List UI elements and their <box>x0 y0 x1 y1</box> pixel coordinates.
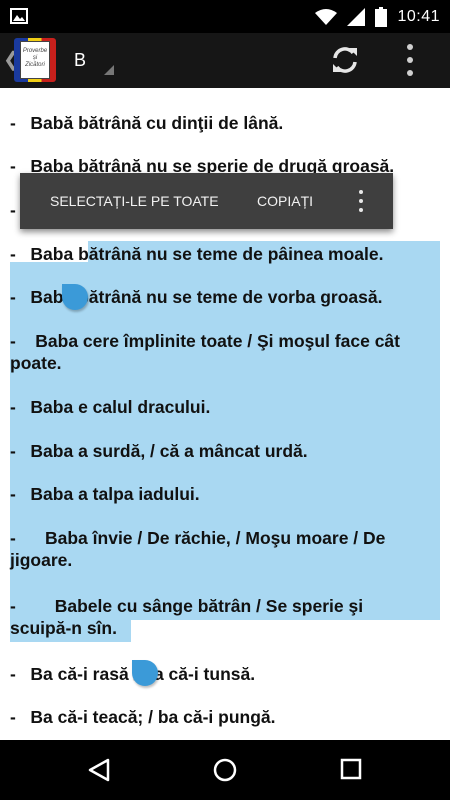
list-item[interactable]: - <box>10 199 16 221</box>
list-item[interactable]: poate. <box>10 352 62 374</box>
list-item[interactable]: jigoare. <box>10 549 72 571</box>
text-selection-menu: SELECTAȚI-LE PE TOATE COPIAȚI <box>20 173 393 229</box>
list-item[interactable]: - Ba că-i teacă; / ba că-i pungă. <box>10 706 276 728</box>
selection-end-handle[interactable] <box>132 660 158 686</box>
action-bar: ❮ Proverbe și Zicători B <box>0 33 450 88</box>
status-bar: 10:41 <box>0 0 450 33</box>
recents-square-icon[interactable] <box>340 758 362 780</box>
logo-book: Proverbe și Zicători <box>20 41 50 79</box>
list-item[interactable]: scuipă-n sîn. <box>10 617 117 639</box>
home-circle-icon[interactable] <box>213 758 237 782</box>
list-item[interactable]: - Baba cere împlinite toate / Şi moşul f… <box>10 330 400 352</box>
page-title[interactable]: B <box>74 50 86 71</box>
copy-button[interactable]: COPIAȚI <box>257 193 313 209</box>
list-item[interactable]: - Baba a surdă, / că a mâncat urdă. <box>10 440 308 462</box>
back-triangle-icon[interactable] <box>88 758 110 782</box>
clock: 10:41 <box>397 7 440 25</box>
refresh-icon[interactable] <box>330 45 360 75</box>
overflow-menu-icon[interactable] <box>405 44 415 76</box>
overflow-menu-icon[interactable] <box>358 190 364 212</box>
list-item[interactable]: - Baba e calul dracului. <box>10 396 210 418</box>
list-item[interactable]: - Baba învie / De răchie, / Moşu moare /… <box>10 527 385 549</box>
selection-start-handle[interactable] <box>62 284 88 310</box>
battery-icon <box>375 6 388 27</box>
spinner-indicator <box>104 65 114 75</box>
list-item[interactable]: - Babă bătrână cu dinţii de lână. <box>10 112 283 134</box>
list-item[interactable]: - Baba bătrână nu se teme de pâinea moal… <box>10 243 383 265</box>
navigation-bar <box>0 740 450 800</box>
wifi-icon <box>315 8 338 25</box>
image-icon <box>10 8 28 24</box>
app-logo[interactable]: Proverbe și Zicători <box>14 38 56 82</box>
select-all-button[interactable]: SELECTAȚI-LE PE TOATE <box>50 193 219 209</box>
list-item[interactable]: - Babele cu sânge bătrân / Se sperie şi <box>10 595 363 617</box>
list-item[interactable]: - Baba a talpa iadului. <box>10 483 200 505</box>
signal-icon <box>347 7 366 26</box>
